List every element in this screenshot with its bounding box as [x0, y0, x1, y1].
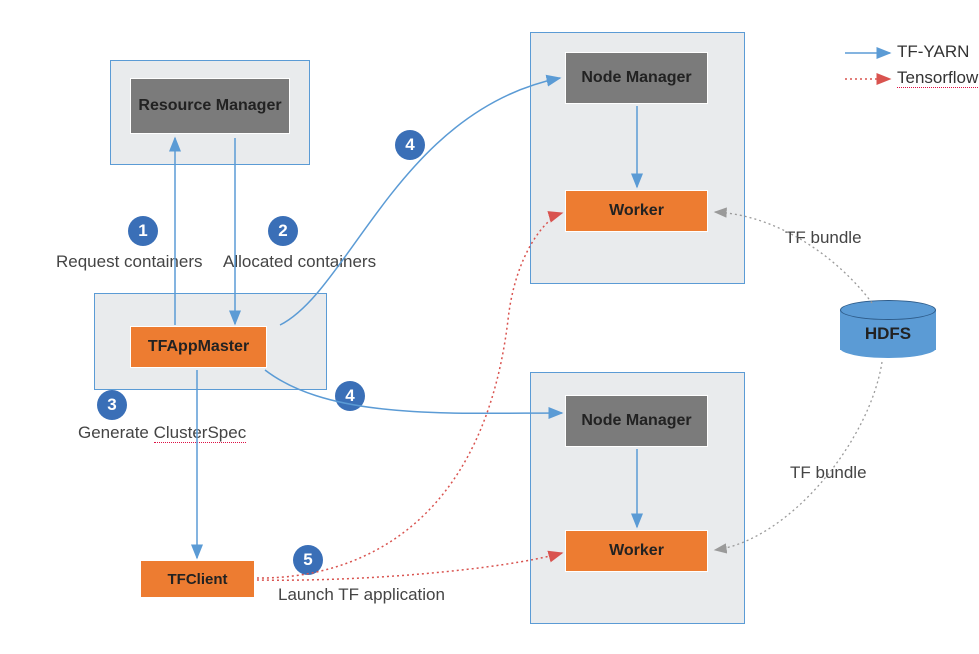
tfclient-box: TFClient	[140, 560, 255, 598]
tf-bundle-1-label: TF bundle	[785, 228, 862, 248]
arrow-step-4a	[280, 78, 560, 325]
hdfs-label: HDFS	[840, 324, 936, 344]
step-2-badge: 2	[268, 216, 298, 246]
worker-2-box: Worker	[565, 530, 708, 572]
generate-clusterspec-label: Generate ClusterSpec	[78, 423, 246, 443]
node-manager-2-box: Node Manager	[565, 395, 708, 447]
step-3-badge: 3	[97, 390, 127, 420]
legend-tfyarn-label: TF-YARN	[897, 42, 969, 62]
step-4b-badge: 4	[335, 381, 365, 411]
step-4a-badge: 4	[395, 130, 425, 160]
step-1-badge: 1	[128, 216, 158, 246]
allocated-containers-label: Allocated containers	[223, 252, 376, 272]
launch-tf-app-label: Launch TF application	[278, 585, 445, 605]
clusterspec-spell: ClusterSpec	[154, 423, 247, 443]
tf-bundle-2-label: TF bundle	[790, 463, 867, 483]
hdfs-cylinder: HDFS	[840, 300, 936, 358]
request-containers-label: Request containers	[56, 252, 202, 272]
legend-tensorflow-label: Tensorflow	[897, 68, 978, 88]
step-5-badge: 5	[293, 545, 323, 575]
resource-manager-box: Resource Manager	[130, 78, 290, 134]
diagram-canvas: Resource Manager TFAppMaster Node Manage…	[0, 0, 979, 654]
worker-1-box: Worker	[565, 190, 708, 232]
node-manager-1-box: Node Manager	[565, 52, 708, 104]
tfappmaster-box: TFAppMaster	[130, 326, 267, 368]
